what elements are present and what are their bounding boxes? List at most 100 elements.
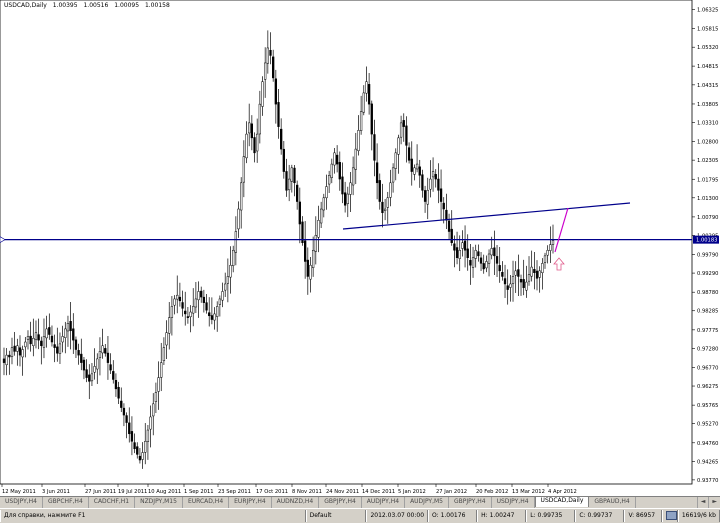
tab-nzdjpy-m15[interactable]: NZDJPY,M15 [135,497,183,508]
candle-body [410,158,413,172]
candle-body [237,208,240,230]
candle-body [351,167,355,186]
scroll-left-icon[interactable]: ◄ [696,497,709,508]
current-price-tag: 1.00183 [693,235,719,244]
candle-body [349,182,352,195]
candle-body [160,362,163,378]
candle-body [80,353,83,363]
candle-body [93,366,96,373]
status-high: H: 1.00247 [477,510,527,522]
candle-body [205,302,208,311]
chart-header: USDCAD,Daily 1.00395 1.00516 1.00095 1.0… [4,2,174,9]
candle-body [106,352,110,363]
tab-audjpy-m5[interactable]: AUDJPY,M5 [405,497,450,508]
candle-body [208,312,211,317]
candle-body [165,332,168,346]
tab-audnzd-h4[interactable]: AUDNZD,H4 [272,497,320,508]
status-bar: Для справки, нажмите F1 Default 2012.03.… [0,508,720,523]
candle-body [346,193,349,204]
tab-gbpchf-h4[interactable]: GBPCHF,H4 [43,497,89,508]
candle-body [293,167,296,184]
tab-usdjpy-h4[interactable]: USDJPY,H4 [492,497,535,508]
candle-body [399,122,403,138]
tab-cadchf-h1[interactable]: CADCHF,H1 [89,497,136,508]
candle-body [224,283,227,291]
candle-body [541,263,544,274]
candle-body [423,190,427,202]
candle-body [319,208,323,224]
y-tick-label: 0.93770 [697,478,718,484]
candle-body [133,442,136,450]
candle-body [458,249,461,259]
candle-body [453,243,456,251]
candle-body [8,354,11,358]
candle-body [274,78,277,105]
candle-body [370,103,373,135]
candle-body [309,264,312,280]
candle-body [383,208,387,211]
candle-body [232,249,235,266]
candle-body [373,134,376,161]
candle-body [50,335,54,343]
candle-body [117,386,120,399]
tab-gbpaud-h4[interactable]: GBPAUD,H4 [589,497,636,508]
y-tick-label: 1.05815 [697,27,718,33]
candle-body [487,253,491,264]
candle-body [442,202,445,210]
candle-body [530,266,533,277]
candle-body [32,338,35,346]
candle-body [250,123,253,139]
candle-body [96,358,99,370]
x-tick-label: 13 Mar 2012 [512,489,545,495]
tab-audjpy-h4[interactable]: AUDJPY,H4 [362,497,406,508]
candle-body [517,269,520,277]
candle-body [245,133,248,159]
tab-usdcad-daily[interactable]: USDCAD,Daily [534,497,590,507]
candle-body [461,242,464,249]
candle-body [495,256,499,264]
candle-body [53,344,56,348]
y-tick-label: 0.98285 [697,309,718,315]
candle-body [98,351,102,359]
candle-body [125,415,128,423]
candle-body [418,166,421,176]
tab-eurjpy-h4[interactable]: EURJPY,H4 [229,497,272,508]
candle-body [277,102,280,127]
candle-body [375,162,379,184]
candle-body [290,167,293,182]
candle-body [120,400,123,408]
candle-body [333,152,336,166]
candle-body [64,328,67,338]
candle-body [170,306,174,318]
candle-body [221,291,224,301]
tab-usdjpy-h4[interactable]: USDJPY,H4 [0,497,43,508]
scroll-right-icon[interactable]: ► [708,497,720,508]
candle-body [381,201,384,214]
chart-area[interactable]: 1.06325 1.05815 1.05320 1.04815 1.04315 1.038… [0,0,720,496]
candle-body [202,296,206,303]
candle-body [82,359,86,371]
y-tick-label: 1.03310 [697,120,718,126]
y-tick-label: 0.95765 [697,403,718,409]
candle-body [445,209,448,221]
candle-body [136,446,139,455]
candle-body [181,302,184,309]
tab-gbpjpy-h4[interactable]: GBPJPY,H4 [449,497,492,508]
candle-body [391,167,395,183]
candle-body [365,81,368,94]
x-tick-label: 10 Aug 2011 [148,489,181,495]
candle-body [192,306,195,314]
tab-eurcad-h4[interactable]: EURCAD,H4 [183,497,230,508]
tab-gbpjpy-h4[interactable]: GBPJPY,H4 [319,497,362,508]
y-tick-label: 0.97280 [697,346,718,352]
candle-body [538,270,541,278]
candle-body [168,317,171,334]
candle-body [304,240,307,262]
status-low: L: 0.99735 [526,510,576,522]
candle-body [466,248,469,258]
candle-body [514,270,517,276]
y-tick-label: 0.96770 [697,365,718,371]
candle-body [509,283,512,288]
price-chart[interactable]: 1.06325 1.05815 1.05320 1.04815 1.04315 1.038… [0,0,720,496]
candle-body [482,263,485,270]
